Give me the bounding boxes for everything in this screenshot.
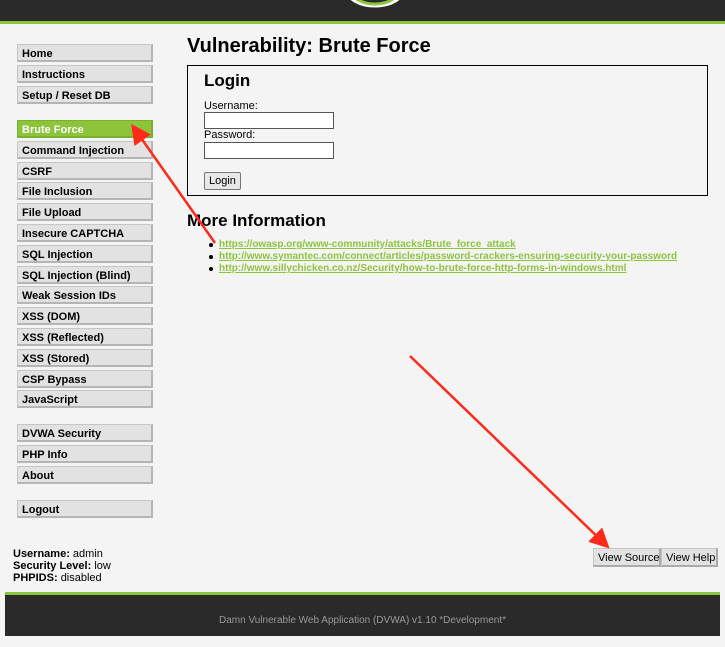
sidebar-item-brute-force[interactable]: Brute Force <box>17 120 153 138</box>
sidebar-item-instructions[interactable]: Instructions <box>17 65 153 83</box>
sidebar-item-sql-injection-blind[interactable]: SQL Injection (Blind) <box>17 266 153 284</box>
reference-link-owasp[interactable]: https://owasp.org/www-community/attacks/… <box>219 239 516 250</box>
sidebar-item-php-info[interactable]: PHP Info <box>17 445 153 463</box>
more-information-heading: More Information <box>187 211 326 230</box>
password-input[interactable] <box>204 142 334 159</box>
sidebar-item-javascript[interactable]: JavaScript <box>17 390 153 408</box>
security-level-row: Security Level: low <box>13 560 111 572</box>
sidebar-item-xss-reflected[interactable]: XSS (Reflected) <box>17 328 153 346</box>
sidebar-item-sql-injection[interactable]: SQL Injection <box>17 245 153 263</box>
sidebar-item-command-injection[interactable]: Command Injection <box>17 141 153 159</box>
username-row: Username: admin <box>13 548 111 560</box>
username-value: admin <box>72 548 103 560</box>
sidebar-item-csrf[interactable]: CSRF <box>17 162 153 180</box>
phpids-value: disabled <box>60 572 102 584</box>
sidebar-item-file-inclusion[interactable]: File Inclusion <box>17 182 153 200</box>
list-item: https://owasp.org/www-community/attacks/… <box>207 239 677 251</box>
security-level-value: low <box>94 560 111 572</box>
sidebar-item-weak-session-ids[interactable]: Weak Session IDs <box>17 286 153 304</box>
list-item: http://www.symantec.com/connect/articles… <box>207 251 677 263</box>
dvwa-logo <box>350 0 400 8</box>
sidebar-item-insecure-captcha[interactable]: Insecure CAPTCHA <box>17 224 153 242</box>
reference-link-sillychicken[interactable]: http://www.sillychicken.co.nz/Security/h… <box>219 263 626 274</box>
reference-link-symantec[interactable]: http://www.symantec.com/connect/articles… <box>219 251 677 262</box>
view-help-button[interactable]: View Help <box>661 548 718 567</box>
login-form: Login Username: Password: Login <box>187 65 708 196</box>
password-label: Password: <box>204 129 256 141</box>
phpids-row: PHPIDS: disabled <box>13 572 111 584</box>
sidebar-item-home[interactable]: Home <box>17 44 153 62</box>
sidebar-item-about[interactable]: About <box>17 466 153 484</box>
page-title: Vulnerability: Brute Force <box>187 35 431 57</box>
header-bar <box>0 0 725 24</box>
footer: Damn Vulnerable Web Application (DVWA) v… <box>5 592 720 636</box>
list-item: http://www.sillychicken.co.nz/Security/h… <box>207 263 677 275</box>
sidebar-item-dvwa-security[interactable]: DVWA Security <box>17 424 153 442</box>
sidebar-item-csp-bypass[interactable]: CSP Bypass <box>17 370 153 388</box>
sidebar-item-setup-reset-db[interactable]: Setup / Reset DB <box>17 86 153 104</box>
username-input[interactable] <box>204 112 334 129</box>
footer-text: Damn Vulnerable Web Application (DVWA) v… <box>219 615 506 626</box>
security-level-label: Security Level: <box>13 560 92 572</box>
phpids-label: PHPIDS: <box>13 572 58 584</box>
username-label: Username: <box>204 100 258 112</box>
username-info-label: Username: <box>13 548 70 560</box>
annotation-arrow-view-source <box>409 355 610 549</box>
sidebar-item-file-upload[interactable]: File Upload <box>17 203 153 221</box>
login-button[interactable]: Login <box>204 172 241 190</box>
user-info: Username: admin Security Level: low PHPI… <box>13 548 111 584</box>
view-source-button[interactable]: View Source <box>593 548 661 567</box>
sidebar-item-xss-dom[interactable]: XSS (DOM) <box>17 307 153 325</box>
reference-links: https://owasp.org/www-community/attacks/… <box>207 239 677 275</box>
login-heading: Login <box>204 71 251 90</box>
sidebar-item-logout[interactable]: Logout <box>17 500 153 518</box>
sidebar-item-xss-stored[interactable]: XSS (Stored) <box>17 349 153 367</box>
